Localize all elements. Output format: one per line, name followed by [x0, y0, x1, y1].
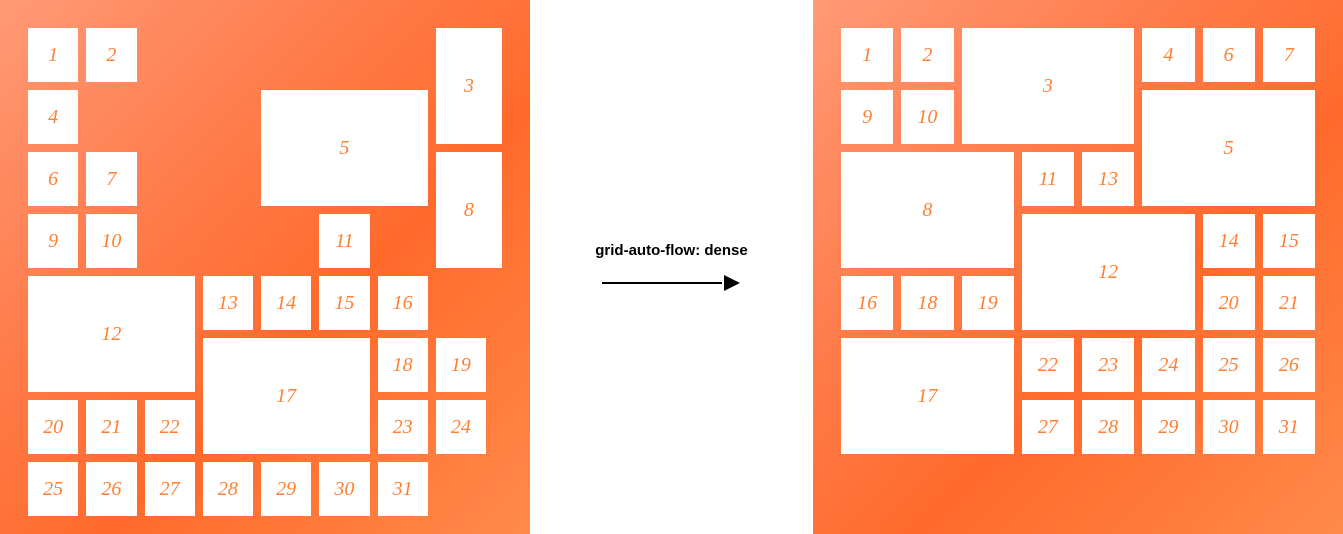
- grid-cell: 8: [841, 152, 1014, 268]
- grid-cell: 15: [319, 276, 369, 330]
- grid-cell: 21: [86, 400, 136, 454]
- grid-cell: 30: [319, 462, 369, 516]
- grid-cell: 20: [28, 400, 78, 454]
- grid-cell: 6: [28, 152, 78, 206]
- grid-cell: 17: [841, 338, 1014, 454]
- grid-cell: 23: [1082, 338, 1134, 392]
- grid-cell: 29: [261, 462, 311, 516]
- grid-cell: 12: [28, 276, 195, 392]
- grid-cell: 19: [962, 276, 1014, 330]
- grid-cell: 25: [28, 462, 78, 516]
- grid-cell: 12: [1022, 214, 1195, 330]
- grid-cell: 11: [1022, 152, 1074, 206]
- grid-cell: 27: [145, 462, 195, 516]
- grid-cell: 16: [841, 276, 893, 330]
- grid-cell: 8: [436, 152, 502, 268]
- grid-cell: 14: [261, 276, 311, 330]
- grid-cell: 6: [1203, 28, 1255, 82]
- grid-cell: 13: [1082, 152, 1134, 206]
- grid-cell: 28: [1082, 400, 1134, 454]
- grid-cell: 24: [436, 400, 486, 454]
- grid-cell: 22: [145, 400, 195, 454]
- right-grid: 1234679105811131214151618192021172223242…: [841, 28, 1315, 454]
- grid-cell: 10: [86, 214, 136, 268]
- grid-cell: 4: [28, 90, 78, 144]
- grid-cell: 26: [86, 462, 136, 516]
- grid-cell: 24: [1142, 338, 1194, 392]
- grid-cell: 19: [436, 338, 486, 392]
- grid-cell: 22: [1022, 338, 1074, 392]
- grid-cell: 9: [841, 90, 893, 144]
- grid-cell: 18: [901, 276, 953, 330]
- grid-cell: 20: [1203, 276, 1255, 330]
- grid-cell: 7: [86, 152, 136, 206]
- grid-cell: 16: [378, 276, 428, 330]
- grid-cell: 14: [1203, 214, 1255, 268]
- grid-cell: 31: [1263, 400, 1315, 454]
- grid-cell: 2: [86, 28, 136, 82]
- grid-cell: 21: [1263, 276, 1315, 330]
- grid-cell: 5: [261, 90, 428, 206]
- arrow-right-icon: [602, 273, 742, 293]
- grid-cell: 1: [841, 28, 893, 82]
- left-grid: 1234567891011121314151617181920212223242…: [28, 28, 502, 516]
- grid-cell: 17: [203, 338, 370, 454]
- grid-cell: 27: [1022, 400, 1074, 454]
- grid-cell: 2: [901, 28, 953, 82]
- comparison-arrow-block: grid-auto-flow: dense: [530, 242, 813, 293]
- grid-cell: 9: [28, 214, 78, 268]
- left-panel: 1234567891011121314151617181920212223242…: [0, 0, 530, 534]
- grid-cell: 30: [1203, 400, 1255, 454]
- grid-cell: 29: [1142, 400, 1194, 454]
- grid-cell: 3: [962, 28, 1135, 144]
- grid-cell: 13: [203, 276, 253, 330]
- grid-cell: 25: [1203, 338, 1255, 392]
- grid-cell: 4: [1142, 28, 1194, 82]
- grid-cell: 31: [378, 462, 428, 516]
- grid-cell: 15: [1263, 214, 1315, 268]
- right-panel: 1234679105811131214151618192021172223242…: [813, 0, 1343, 534]
- grid-cell: 1: [28, 28, 78, 82]
- grid-cell: 5: [1142, 90, 1315, 206]
- grid-cell: 18: [378, 338, 428, 392]
- grid-cell: 11: [319, 214, 369, 268]
- grid-cell: 26: [1263, 338, 1315, 392]
- grid-cell: 23: [378, 400, 428, 454]
- grid-cell: 28: [203, 462, 253, 516]
- grid-cell: 3: [436, 28, 502, 144]
- property-label: grid-auto-flow: dense: [595, 242, 748, 259]
- grid-cell: 7: [1263, 28, 1315, 82]
- grid-cell: 10: [901, 90, 953, 144]
